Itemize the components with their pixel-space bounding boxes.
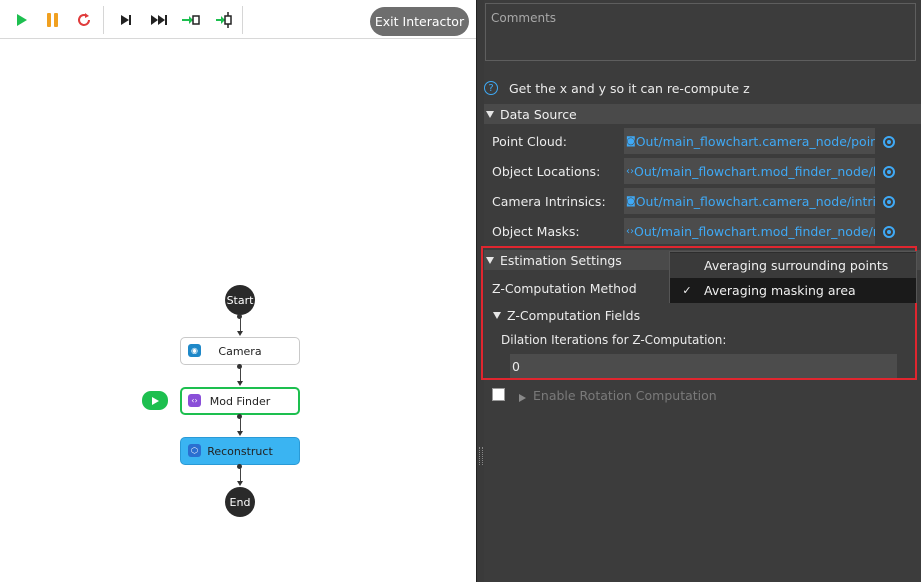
field-value: Out/main_flowchart.mod_finder_node/masks xyxy=(634,223,875,239)
toolbar-separator xyxy=(103,6,104,34)
splitter-grip xyxy=(479,447,483,465)
step-icon xyxy=(121,15,131,25)
connector-line xyxy=(240,468,241,482)
link-target-icon[interactable] xyxy=(883,196,895,208)
code-icon: ‹› xyxy=(626,225,634,237)
checkmark-icon: ✓ xyxy=(682,284,692,297)
restart-button[interactable] xyxy=(72,8,96,32)
toolbar: Exit Interactor xyxy=(0,0,476,39)
field-value: Out/main_flowchart.mod_finder_node/label… xyxy=(634,163,875,179)
step-over-button[interactable] xyxy=(212,8,236,32)
camera-node[interactable]: ◉ Camera xyxy=(180,337,300,365)
step-into-button[interactable] xyxy=(179,8,203,32)
end-node[interactable]: End xyxy=(225,487,255,517)
object-masks-field[interactable]: ‹› Out/main_flowchart.mod_finder_node/ma… xyxy=(624,218,875,244)
mod-finder-node[interactable]: ‹› Mod Finder xyxy=(180,387,300,415)
field-value: Out/main_flowchart.camera_node/intrinsic… xyxy=(635,193,875,209)
pause-button[interactable] xyxy=(41,8,65,32)
start-node[interactable]: Start xyxy=(225,285,255,315)
code-icon: ‹› xyxy=(188,394,201,407)
fast-forward-icon xyxy=(151,15,167,25)
data-source-section-header[interactable]: Data Source xyxy=(484,104,921,124)
node-label: Mod Finder xyxy=(209,394,271,408)
connector-arrow xyxy=(237,331,243,336)
node-label: Camera xyxy=(218,344,262,358)
camera-icon: ◉ xyxy=(188,344,201,357)
object-locations-label: Object Locations: xyxy=(492,164,601,179)
code-icon: ‹› xyxy=(626,165,634,177)
pause-icon xyxy=(47,13,58,27)
fast-forward-button[interactable] xyxy=(147,8,171,32)
point-cloud-label: Point Cloud: xyxy=(492,134,567,149)
option-label: Averaging surrounding points xyxy=(704,258,889,273)
point-cloud-field[interactable]: ◙ Out/main_flowchart.camera_node/pointCl… xyxy=(624,128,875,154)
play-icon xyxy=(17,14,27,26)
connector-line xyxy=(240,318,241,332)
play-icon xyxy=(152,396,159,405)
help-text: Get the x and y so it can re-compute z xyxy=(509,81,750,96)
cube-icon: ⬡ xyxy=(188,444,201,457)
comments-field[interactable]: Comments xyxy=(485,3,916,61)
connector-arrow xyxy=(237,381,243,386)
link-target-icon[interactable] xyxy=(883,136,895,148)
restart-icon xyxy=(78,13,90,26)
connector-line xyxy=(240,418,241,432)
dropdown-option[interactable]: Averaging surrounding points xyxy=(670,253,916,278)
reconstruct-node[interactable]: ⬡ Reconstruct xyxy=(180,437,300,465)
link-target-icon[interactable] xyxy=(883,166,895,178)
field-value: Out/main_flowchart.camera_node/pointClou… xyxy=(635,133,875,149)
connector-arrow xyxy=(237,431,243,436)
camera-intrinsics-field[interactable]: ◙ Out/main_flowchart.camera_node/intrins… xyxy=(624,188,875,214)
object-masks-label: Object Masks: xyxy=(492,224,580,239)
section-title: Data Source xyxy=(500,106,577,122)
camera-icon: ◙ xyxy=(626,195,636,207)
expand-triangle-icon[interactable] xyxy=(519,391,526,405)
connector-arrow xyxy=(237,481,243,486)
collapse-triangle-icon xyxy=(486,110,494,118)
exit-interactor-button[interactable]: Exit Interactor xyxy=(370,7,469,36)
run-button[interactable] xyxy=(9,8,33,32)
flowchart-canvas[interactable]: Exit Interactor Start ◉ Camera ‹› Mod Fi… xyxy=(0,0,476,582)
node-label: Reconstruct xyxy=(207,444,273,458)
object-locations-field[interactable]: ‹› Out/main_flowchart.mod_finder_node/la… xyxy=(624,158,875,184)
camera-icon: ◙ xyxy=(626,135,636,147)
step-into-icon xyxy=(182,15,200,25)
link-target-icon[interactable] xyxy=(883,226,895,238)
option-label: Averaging masking area xyxy=(704,283,856,298)
camera-intrinsics-label: Camera Intrinsics: xyxy=(492,194,606,209)
dropdown-option-selected[interactable]: ✓ Averaging masking area xyxy=(670,278,916,303)
active-node-indicator xyxy=(142,391,168,410)
step-over-icon xyxy=(216,12,232,28)
help-icon: ? xyxy=(484,81,498,95)
enable-rotation-checkbox[interactable] xyxy=(492,388,505,401)
step-button[interactable] xyxy=(114,8,138,32)
enable-rotation-label: Enable Rotation Computation xyxy=(533,388,717,403)
toolbar-separator xyxy=(242,6,243,34)
connector-line xyxy=(240,368,241,382)
z-computation-method-dropdown[interactable]: Averaging surrounding points ✓ Averaging… xyxy=(669,251,917,303)
